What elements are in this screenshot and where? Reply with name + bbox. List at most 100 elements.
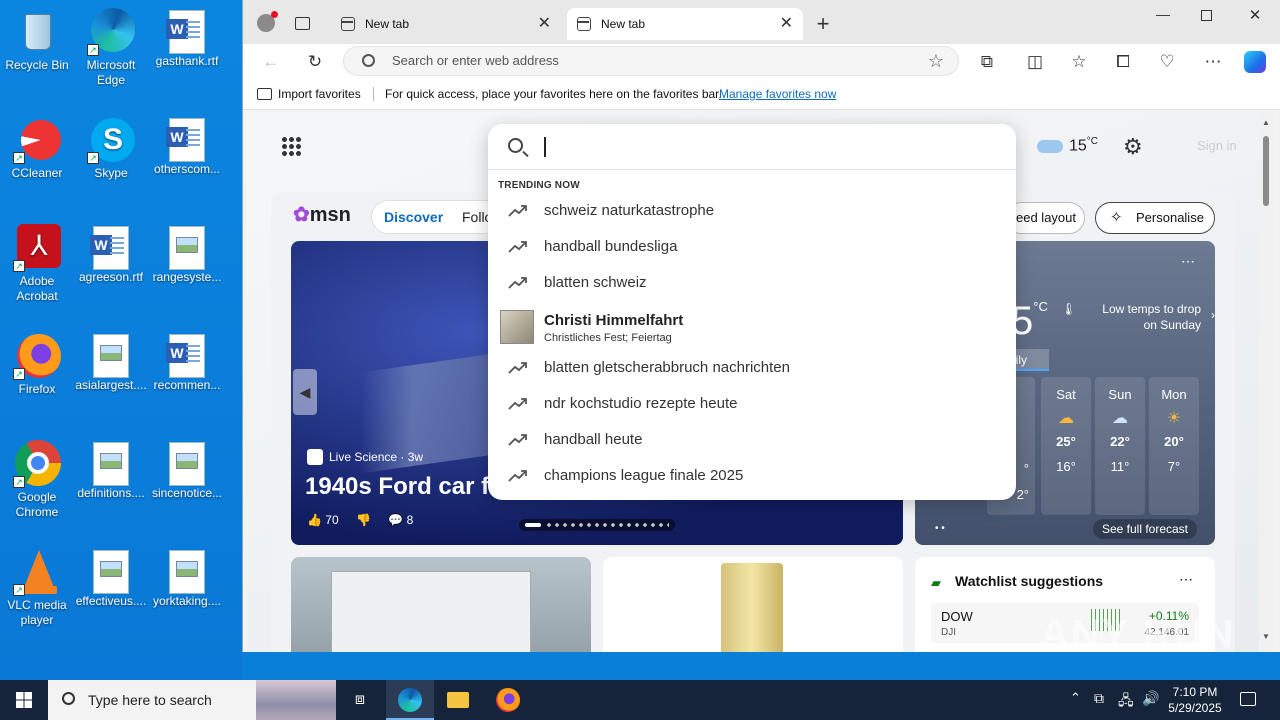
suggestion-item[interactable]: blatten schweiz [488, 266, 1016, 302]
desktop-icon-recommen[interactable]: W recommen... [150, 332, 224, 393]
folder-import-icon [257, 88, 272, 100]
scroll-thumb[interactable] [1263, 136, 1269, 206]
news-card-perfume[interactable] [603, 557, 903, 652]
forecast-day-sat[interactable]: Sat ☁ 25° 16° [1041, 377, 1091, 515]
watchlist-item-dow[interactable]: DOW DJI +0.11% 42,146.01 [931, 603, 1199, 643]
show-hidden-icons[interactable]: ⌃ [1070, 690, 1081, 706]
minimize-button[interactable]: — [1153, 6, 1173, 26]
favorites-icon[interactable]: ☆ [1065, 48, 1093, 76]
tab-discover[interactable]: Discover [384, 201, 443, 233]
suggestion-entity-item[interactable]: Christi Himmelfahrt Christliches Fest; F… [488, 304, 1016, 350]
browser-essentials-icon[interactable]: ♡ [1153, 48, 1181, 76]
suggestion-item[interactable]: champions league finale 2025 [488, 459, 1016, 495]
dislike-icon[interactable]: 👎 [356, 513, 371, 527]
desktop-icon-sincenotice[interactable]: sincenotice... [150, 440, 224, 501]
start-button[interactable] [0, 680, 48, 720]
msn-logo[interactable]: ✿msn [293, 202, 351, 227]
taskbar-file-explorer[interactable] [434, 680, 482, 720]
desktop-icon-yorktaking[interactable]: yorktaking.... [150, 548, 224, 609]
favorite-star-icon[interactable]: ☆ [928, 47, 944, 75]
weather-temp[interactable]: 15°C [1069, 136, 1098, 155]
sign-in-button[interactable]: Sign in [1197, 138, 1237, 153]
hero-headline[interactable]: 1940s Ford car fo [305, 473, 504, 501]
desktop-icon-gasthank[interactable]: W gasthank.rtf [150, 8, 224, 69]
like-icon[interactable]: 👍 [307, 513, 322, 527]
new-tab-button[interactable]: + [811, 12, 835, 36]
close-tab-icon[interactable]: ✕ [780, 8, 793, 40]
desktop-icon-ccleaner[interactable]: ↗ CCleaner [0, 116, 74, 181]
clock[interactable]: 7:10 PM 5/29/2025 [1164, 684, 1226, 716]
desktop-icon-vlc[interactable]: ↗ VLC media player [0, 548, 74, 628]
msn-butterfly-icon: ✿ [293, 204, 310, 226]
desktop-icon-effectiveus[interactable]: effectiveus.... [74, 548, 148, 609]
image-file-icon [93, 334, 129, 378]
desktop-icon-edge[interactable]: ↗ Microsoft Edge [74, 8, 148, 88]
scroll-down-arrow[interactable]: ▼ [1262, 632, 1270, 641]
refresh-button[interactable]: ↻ [301, 48, 329, 76]
news-card-ac-unit[interactable] [291, 557, 591, 652]
desktop-icon-asialargest[interactable]: asialargest.... [74, 332, 148, 393]
tab-new-tab-2[interactable]: New tab ✕ [567, 8, 803, 40]
task-view-button[interactable]: ⧈ [336, 680, 384, 720]
weather-alert[interactable]: 🌡 Low temps to drop on Sunday › [1061, 301, 1215, 333]
desktop-icon-otherscom[interactable]: W otherscom... [150, 116, 224, 177]
network-icon[interactable]: ⧉ [1094, 690, 1104, 707]
profile-icon[interactable] [257, 11, 278, 32]
carousel-prev-button[interactable]: ◀ [293, 369, 317, 415]
back-button[interactable]: ← [257, 48, 285, 76]
weather-more-icon[interactable]: ⋯ [1181, 253, 1195, 270]
close-tab-icon[interactable]: ✕ [538, 8, 551, 40]
notification-icon[interactable] [1240, 692, 1256, 706]
import-favorites-button[interactable]: Import favorites [257, 78, 361, 110]
suggestion-item[interactable]: blatten gletscherabbruch nachrichten [488, 351, 1016, 387]
desktop-icon-agreeson[interactable]: W agreeson.rtf [74, 224, 148, 285]
desktop-icon-definitions[interactable]: definitions.... [74, 440, 148, 501]
taskbar-firefox[interactable] [484, 680, 532, 720]
close-window-button[interactable]: ✕ [1245, 6, 1265, 26]
feed-layout-button[interactable]: eed layout [1005, 202, 1085, 234]
ethernet-icon[interactable]: 🖧 [1118, 690, 1134, 714]
desktop-icon-adobe-acrobat[interactable]: ⅄ ↗ Adobe Acrobat [0, 224, 74, 304]
collections-icon[interactable]: ⧠ [1109, 48, 1137, 76]
watchlist-more-icon[interactable]: ⋯ [1179, 571, 1193, 588]
watchlist-card[interactable]: ▰ Watchlist suggestions ⋯ DOW DJI +0.11%… [915, 557, 1215, 652]
volume-icon[interactable]: 🔊 [1142, 690, 1159, 707]
apps-launcher-icon[interactable] [281, 136, 301, 156]
carousel-dots[interactable] [519, 519, 675, 531]
weather-cloud-icon[interactable] [1037, 140, 1063, 153]
watchlist-title: Watchlist suggestions [955, 573, 1104, 589]
forecast-day-sun[interactable]: Sun ☁ 22° 11° [1095, 377, 1145, 515]
personalise-button[interactable]: ✧ Personalise [1095, 202, 1215, 234]
newtab-search-box[interactable] [488, 124, 1016, 170]
manage-favorites-link[interactable]: Manage favorites now [719, 78, 836, 110]
desktop-icon-skype[interactable]: S ↗ Skype [74, 116, 148, 181]
tab-actions-icon[interactable] [295, 17, 310, 30]
settings-gear-icon[interactable]: ⚙ [1123, 134, 1143, 160]
suggestion-item[interactable]: handball bundesliga [488, 230, 1016, 266]
tab-new-tab-1[interactable]: New tab ✕ [331, 8, 561, 40]
maximize-button[interactable] [1201, 10, 1212, 21]
address-bar[interactable]: Search or enter web address ☆ [343, 46, 959, 76]
comment-icon[interactable]: 💬 [388, 513, 403, 527]
page-scrollbar[interactable]: ▲ ▼ [1259, 112, 1273, 652]
taskbar-edge[interactable] [386, 680, 434, 720]
copilot-icon[interactable] [1241, 48, 1269, 76]
suggestion-item[interactable]: ndr kochstudio rezepte heute [488, 387, 1016, 423]
hero-source[interactable]: Live Science · 3w [307, 449, 423, 465]
chevron-right-icon: › [1211, 308, 1215, 322]
taskbar-search-box[interactable]: Type here to search [48, 680, 336, 720]
desktop-icon-recycle-bin[interactable]: Recycle Bin [0, 8, 74, 73]
suggestion-item[interactable]: handball heute [488, 423, 1016, 459]
scroll-up-arrow[interactable]: ▲ [1262, 118, 1270, 127]
desktop-icon-firefox[interactable]: ↗ Firefox [0, 332, 74, 397]
weather-pager-dots[interactable]: • • [935, 523, 945, 534]
desktop-icon-google-chrome[interactable]: ↗ Google Chrome [0, 440, 74, 520]
trending-arrow-icon [508, 241, 527, 253]
split-screen-icon[interactable]: ◫ [1021, 48, 1049, 76]
desktop-icon-rangesyste[interactable]: rangesyste... [150, 224, 224, 285]
forecast-day-mon[interactable]: Mon ☀ 20° 7° [1149, 377, 1199, 515]
see-full-forecast-button[interactable]: See full forecast [1093, 519, 1197, 539]
extensions-icon[interactable]: ⧉ [973, 48, 1001, 76]
suggestion-item[interactable]: schweiz naturkatastrophe [488, 194, 1016, 230]
more-menu-icon[interactable]: ⋯ [1199, 48, 1227, 76]
